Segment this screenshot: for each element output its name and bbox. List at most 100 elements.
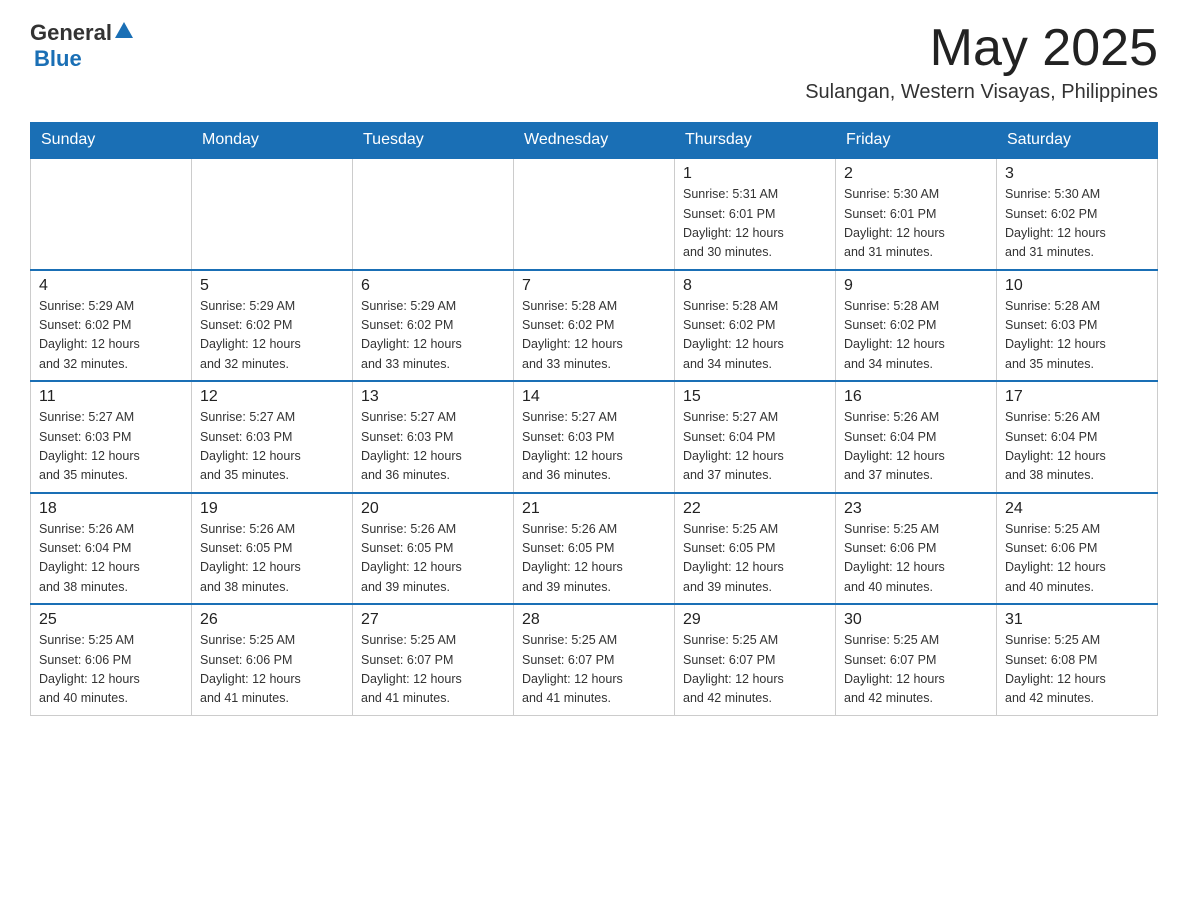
calendar-cell (31, 158, 192, 270)
calendar-cell: 30Sunrise: 5:25 AM Sunset: 6:07 PM Dayli… (836, 604, 997, 715)
day-of-week-header: Tuesday (353, 123, 514, 159)
day-info: Sunrise: 5:30 AM Sunset: 6:01 PM Dayligh… (844, 185, 988, 263)
calendar-cell: 12 Sunrise: 5:27 AM Sunset: 6:03 PM Dayli… (192, 381, 353, 493)
day-number: 9 (844, 277, 988, 295)
calendar-cell: 24 Sunrise: 5:25 AM Sunset: 6:06 PM Dayli… (997, 493, 1158, 605)
day-number: 20 (361, 500, 505, 518)
day-number: 29 (683, 611, 827, 629)
day-number: 8 (683, 277, 827, 295)
calendar-cell: 5Sunrise: 5:29 AM Sunset: 6:02 PM Daylig… (192, 270, 353, 382)
day-number: 12 (200, 388, 344, 406)
day-info: Sunrise: 5:25 AM Sunset: 6:06 PM Dayligh… (1005, 520, 1149, 598)
day-info: Sunrise: 5:25 AM Sunset: 6:06 PM Dayligh… (844, 520, 988, 598)
calendar-week-row: 11 Sunrise: 5:27 AM Sunset: 6:03 PM Dayli… (31, 381, 1158, 493)
day-number: 13 (361, 388, 505, 406)
day-info: Sunrise: 5:26 AM Sunset: 6:04 PM Dayligh… (844, 408, 988, 486)
calendar-week-row: 1Sunrise: 5:31 AM Sunset: 6:01 PM Daylig… (31, 158, 1158, 270)
day-info: Sunrise: 5:25 AM Sunset: 6:07 PM Dayligh… (361, 631, 505, 709)
day-info: Sunrise: 5:28 AM Sunset: 6:02 PM Dayligh… (844, 297, 988, 375)
day-number: 17 (1005, 388, 1149, 406)
calendar-header-row: SundayMondayTuesdayWednesdayThursdayFrid… (31, 123, 1158, 159)
day-number: 19 (200, 500, 344, 518)
day-info: Sunrise: 5:25 AM Sunset: 6:08 PM Dayligh… (1005, 631, 1149, 709)
calendar-cell: 9 Sunrise: 5:28 AM Sunset: 6:02 PM Daylig… (836, 270, 997, 382)
calendar-cell: 25Sunrise: 5:25 AM Sunset: 6:06 PM Dayli… (31, 604, 192, 715)
calendar-cell: 29 Sunrise: 5:25 AM Sunset: 6:07 PM Dayli… (675, 604, 836, 715)
day-number: 26 (200, 611, 344, 629)
day-info: Sunrise: 5:27 AM Sunset: 6:03 PM Dayligh… (200, 408, 344, 486)
calendar-cell: 6 Sunrise: 5:29 AM Sunset: 6:02 PM Daylig… (353, 270, 514, 382)
day-number: 22 (683, 500, 827, 518)
day-number: 11 (39, 388, 183, 406)
logo-triangle (115, 22, 133, 38)
title-block: May 2025 Sulangan, Western Visayas, Phil… (805, 20, 1158, 104)
calendar-cell: 23Sunrise: 5:25 AM Sunset: 6:06 PM Dayli… (836, 493, 997, 605)
day-of-week-header: Wednesday (514, 123, 675, 159)
calendar-cell: 27 Sunrise: 5:25 AM Sunset: 6:07 PM Dayli… (353, 604, 514, 715)
calendar-week-row: 4 Sunrise: 5:29 AM Sunset: 6:02 PM Daylig… (31, 270, 1158, 382)
logo-general-text: General (30, 20, 112, 46)
calendar-week-row: 18 Sunrise: 5:26 AM Sunset: 6:04 PM Dayli… (31, 493, 1158, 605)
calendar-cell: 28Sunrise: 5:25 AM Sunset: 6:07 PM Dayli… (514, 604, 675, 715)
day-info: Sunrise: 5:28 AM Sunset: 6:02 PM Dayligh… (683, 297, 827, 375)
logo-blue-text: Blue (34, 46, 82, 71)
logo: General Blue (30, 20, 133, 72)
calendar-cell: 31 Sunrise: 5:25 AM Sunset: 6:08 PM Dayli… (997, 604, 1158, 715)
day-info: Sunrise: 5:25 AM Sunset: 6:06 PM Dayligh… (200, 631, 344, 709)
calendar-cell: 16Sunrise: 5:26 AM Sunset: 6:04 PM Dayli… (836, 381, 997, 493)
day-number: 27 (361, 611, 505, 629)
day-info: Sunrise: 5:27 AM Sunset: 6:03 PM Dayligh… (522, 408, 666, 486)
day-number: 6 (361, 277, 505, 295)
calendar-cell: 20Sunrise: 5:26 AM Sunset: 6:05 PM Dayli… (353, 493, 514, 605)
day-info: Sunrise: 5:25 AM Sunset: 6:07 PM Dayligh… (683, 631, 827, 709)
day-info: Sunrise: 5:29 AM Sunset: 6:02 PM Dayligh… (361, 297, 505, 375)
calendar-cell: 26 Sunrise: 5:25 AM Sunset: 6:06 PM Dayli… (192, 604, 353, 715)
day-info: Sunrise: 5:25 AM Sunset: 6:07 PM Dayligh… (844, 631, 988, 709)
calendar-cell (353, 158, 514, 270)
day-of-week-header: Sunday (31, 123, 192, 159)
calendar-cell: 2 Sunrise: 5:30 AM Sunset: 6:01 PM Daylig… (836, 158, 997, 270)
day-number: 10 (1005, 277, 1149, 295)
calendar-cell: 14 Sunrise: 5:27 AM Sunset: 6:03 PM Dayli… (514, 381, 675, 493)
day-of-week-header: Thursday (675, 123, 836, 159)
calendar-cell: 7Sunrise: 5:28 AM Sunset: 6:02 PM Daylig… (514, 270, 675, 382)
day-info: Sunrise: 5:28 AM Sunset: 6:02 PM Dayligh… (522, 297, 666, 375)
calendar-cell: 19 Sunrise: 5:26 AM Sunset: 6:05 PM Dayli… (192, 493, 353, 605)
day-of-week-header: Monday (192, 123, 353, 159)
day-info: Sunrise: 5:25 AM Sunset: 6:05 PM Dayligh… (683, 520, 827, 598)
calendar-cell: 18 Sunrise: 5:26 AM Sunset: 6:04 PM Dayli… (31, 493, 192, 605)
day-info: Sunrise: 5:29 AM Sunset: 6:02 PM Dayligh… (200, 297, 344, 375)
day-info: Sunrise: 5:27 AM Sunset: 6:03 PM Dayligh… (361, 408, 505, 486)
day-number: 2 (844, 165, 988, 183)
day-of-week-header: Saturday (997, 123, 1158, 159)
day-info: Sunrise: 5:31 AM Sunset: 6:01 PM Dayligh… (683, 185, 827, 263)
calendar-cell: 15 Sunrise: 5:27 AM Sunset: 6:04 PM Dayli… (675, 381, 836, 493)
day-info: Sunrise: 5:28 AM Sunset: 6:03 PM Dayligh… (1005, 297, 1149, 375)
day-info: Sunrise: 5:26 AM Sunset: 6:05 PM Dayligh… (522, 520, 666, 598)
calendar-cell: 3Sunrise: 5:30 AM Sunset: 6:02 PM Daylig… (997, 158, 1158, 270)
day-info: Sunrise: 5:25 AM Sunset: 6:07 PM Dayligh… (522, 631, 666, 709)
day-info: Sunrise: 5:27 AM Sunset: 6:03 PM Dayligh… (39, 408, 183, 486)
day-info: Sunrise: 5:27 AM Sunset: 6:04 PM Dayligh… (683, 408, 827, 486)
calendar-cell (514, 158, 675, 270)
day-number: 24 (1005, 500, 1149, 518)
day-number: 15 (683, 388, 827, 406)
day-info: Sunrise: 5:26 AM Sunset: 6:04 PM Dayligh… (1005, 408, 1149, 486)
calendar-cell: 4Sunrise: 5:29 AM Sunset: 6:02 PM Daylig… (31, 270, 192, 382)
calendar-cell: 22 Sunrise: 5:25 AM Sunset: 6:05 PM Dayli… (675, 493, 836, 605)
day-number: 14 (522, 388, 666, 406)
calendar-cell: 13 Sunrise: 5:27 AM Sunset: 6:03 PM Dayli… (353, 381, 514, 493)
day-info: Sunrise: 5:26 AM Sunset: 6:04 PM Dayligh… (39, 520, 183, 598)
calendar-cell: 21 Sunrise: 5:26 AM Sunset: 6:05 PM Dayli… (514, 493, 675, 605)
day-number: 31 (1005, 611, 1149, 629)
calendar-cell: 11 Sunrise: 5:27 AM Sunset: 6:03 PM Dayli… (31, 381, 192, 493)
day-number: 4 (39, 277, 183, 295)
day-number: 21 (522, 500, 666, 518)
day-info: Sunrise: 5:26 AM Sunset: 6:05 PM Dayligh… (200, 520, 344, 598)
day-number: 25 (39, 611, 183, 629)
day-info: Sunrise: 5:30 AM Sunset: 6:02 PM Dayligh… (1005, 185, 1149, 263)
location-title: Sulangan, Western Visayas, Philippines (805, 81, 1158, 104)
day-number: 18 (39, 500, 183, 518)
calendar-cell: 10 Sunrise: 5:28 AM Sunset: 6:03 PM Dayli… (997, 270, 1158, 382)
calendar-cell: 1Sunrise: 5:31 AM Sunset: 6:01 PM Daylig… (675, 158, 836, 270)
